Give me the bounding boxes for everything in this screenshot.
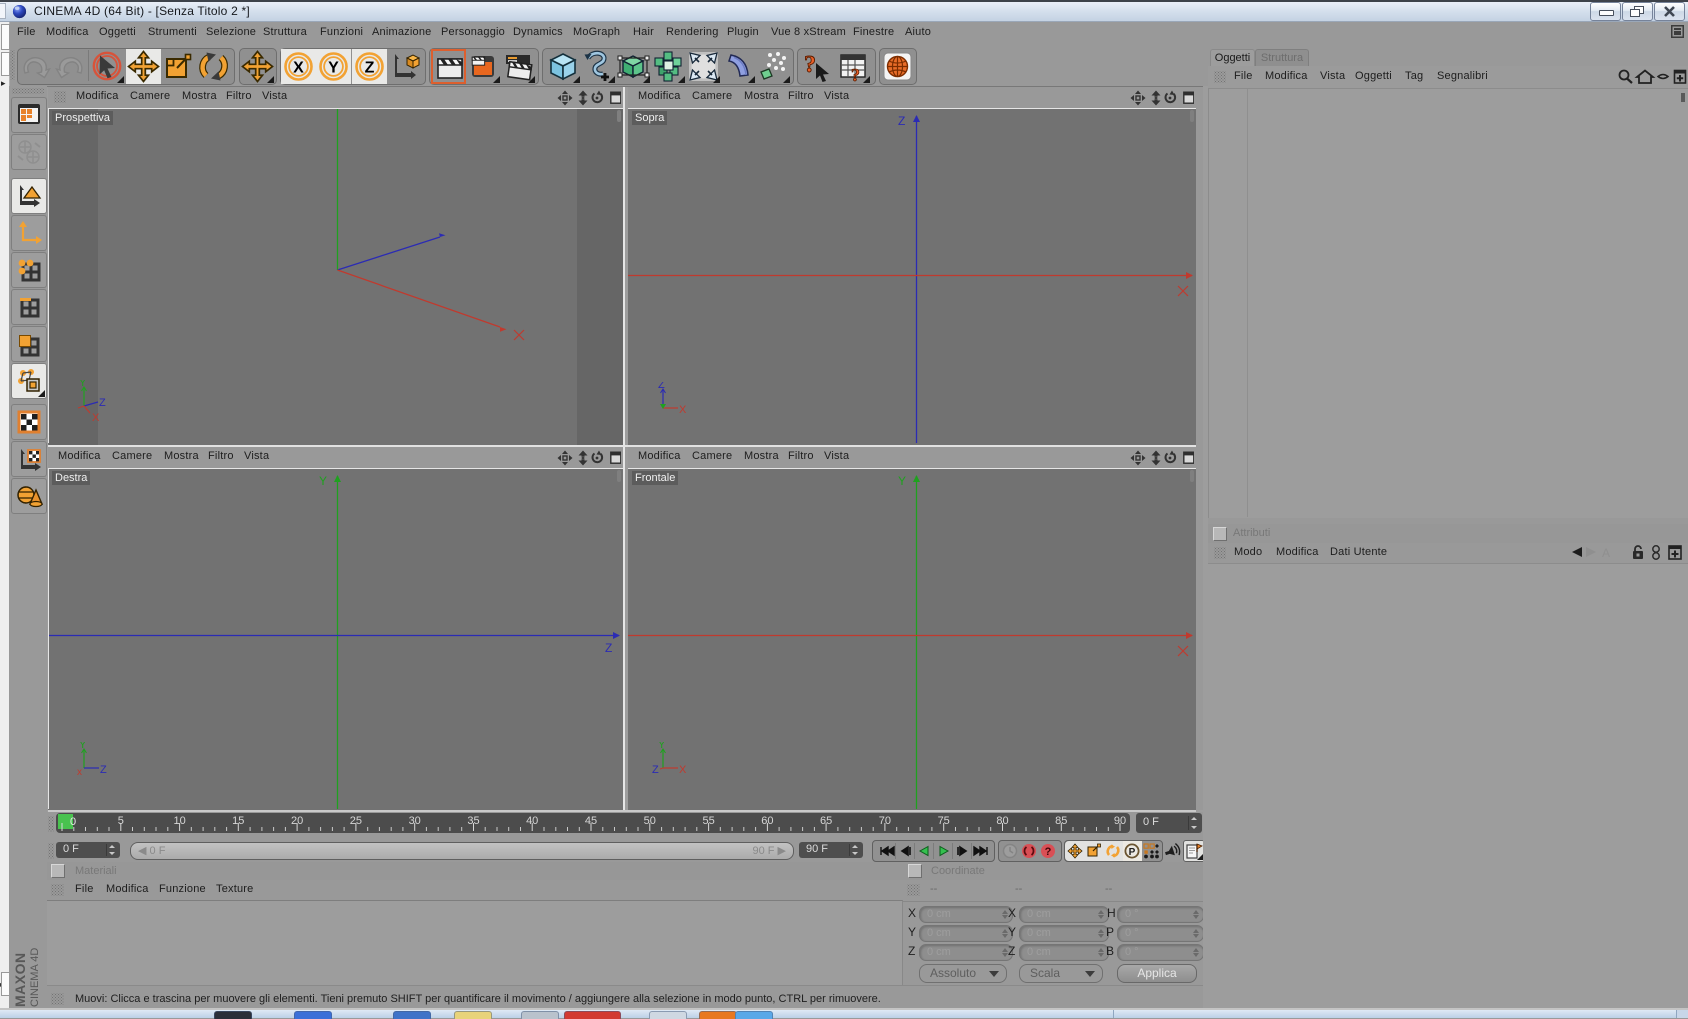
svg-text:20: 20 [291, 815, 303, 827]
svg-text:X: X [679, 764, 687, 776]
svg-text:Z: Z [652, 764, 659, 776]
svg-text:Z: Z [898, 114, 905, 128]
svg-text:90: 90 [1114, 815, 1126, 827]
svg-text:Z: Z [605, 641, 612, 655]
svg-text:65: 65 [820, 815, 832, 827]
svg-text:X: X [679, 404, 687, 416]
svg-text:?: ? [804, 52, 816, 78]
svg-text:A: A [1602, 546, 1610, 560]
svg-text:Z: Z [100, 764, 107, 776]
svg-text:X: X [293, 60, 304, 77]
svg-text:?: ? [1045, 846, 1052, 858]
svg-text:Z: Z [99, 397, 106, 409]
svg-text:5: 5 [118, 815, 124, 827]
svg-text:Y: Y [658, 742, 666, 751]
svg-text:Y: Y [328, 60, 339, 77]
svg-text:60: 60 [761, 815, 773, 827]
svg-text:Y: Y [79, 380, 87, 389]
svg-text:80: 80 [996, 815, 1008, 827]
svg-text:P: P [1129, 847, 1136, 858]
svg-text:15: 15 [232, 815, 244, 827]
svg-text:Y: Y [898, 474, 906, 488]
svg-text:75: 75 [938, 815, 950, 827]
svg-text:85: 85 [1055, 815, 1067, 827]
svg-text:Y: Y [319, 474, 327, 488]
svg-text:25: 25 [350, 815, 362, 827]
svg-text:0: 0 [70, 816, 76, 828]
svg-text:x: x [77, 767, 82, 778]
svg-text:30: 30 [409, 815, 421, 827]
svg-text:Z: Z [658, 382, 665, 391]
svg-text:Z: Z [365, 60, 375, 77]
svg-text:50: 50 [644, 815, 656, 827]
svg-text:X: X [92, 412, 100, 424]
svg-text:40: 40 [526, 815, 538, 827]
svg-text:70: 70 [879, 815, 891, 827]
svg-text:35: 35 [467, 815, 479, 827]
svg-text:Y: Y [79, 742, 87, 751]
svg-text:?: ? [851, 65, 860, 84]
svg-text:55: 55 [702, 815, 714, 827]
svg-text:45: 45 [585, 815, 597, 827]
svg-text:10: 10 [173, 815, 185, 827]
